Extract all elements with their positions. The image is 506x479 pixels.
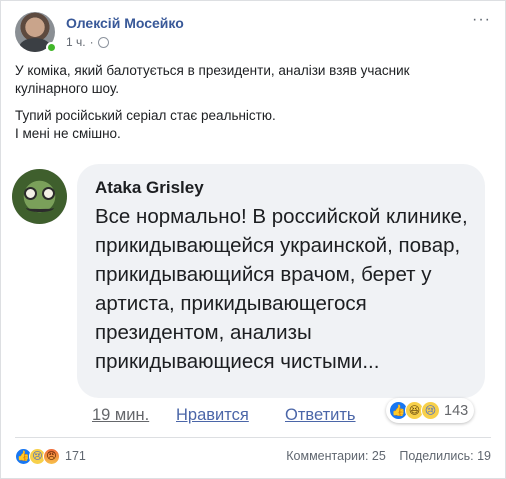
- post-paragraph: У коміка, який балотується в президенти,…: [15, 63, 410, 96]
- more-options-icon[interactable]: ···: [472, 11, 491, 29]
- comment-actions: 19 мин. Нравится Ответить: [92, 406, 356, 425]
- comment-screenshot-image[interactable]: Ataka Grisley Все нормально! В российско…: [2, 156, 505, 434]
- comment-reaction-count: 143: [444, 402, 469, 419]
- post-text: У коміка, який балотується в президенти,…: [15, 62, 485, 152]
- globe-icon: [97, 36, 109, 48]
- post-reactions[interactable]: 👍 😢 😠 171: [15, 447, 86, 465]
- comment-time: 19 мин.: [92, 406, 150, 424]
- shares-count-link[interactable]: Поделились: 19: [399, 449, 491, 463]
- comment-reactions: 👍 😆 😢 143: [386, 398, 475, 423]
- comments-count-link[interactable]: Комментарии: 25: [286, 449, 386, 463]
- comment-like-link: Нравится: [176, 406, 249, 424]
- comment-bubble: Ataka Grisley Все нормально! В российско…: [77, 164, 485, 398]
- footer-divider: [15, 437, 491, 438]
- online-status-dot: [46, 42, 57, 53]
- angry-reaction-icon: 😠: [43, 447, 60, 465]
- post-meta: 1 ч. ·: [66, 35, 109, 49]
- comment-reply-link: Ответить: [285, 406, 356, 424]
- comment-text: Все нормально! В российской клинике, при…: [95, 205, 468, 373]
- post-footer: 👍 😢 😠 171 Комментарии: 25 Поделились: 19: [15, 446, 491, 466]
- comment-author: Ataka Grisley: [95, 178, 204, 197]
- post-stats: Комментарии: 25 Поделились: 19: [286, 449, 491, 463]
- post-paragraph: Тупий російський серіал стає реальністю.…: [15, 108, 276, 141]
- sad-reaction-icon: 😢: [421, 401, 440, 420]
- post-author-name[interactable]: Олексій Мосейко: [66, 15, 184, 31]
- commenter-avatar: [12, 169, 67, 224]
- post-timestamp[interactable]: 1 ч.: [66, 35, 86, 49]
- post-reaction-count: 171: [65, 449, 86, 463]
- post-card: Олексій Мосейко 1 ч. · ··· У коміка, яки…: [0, 0, 506, 479]
